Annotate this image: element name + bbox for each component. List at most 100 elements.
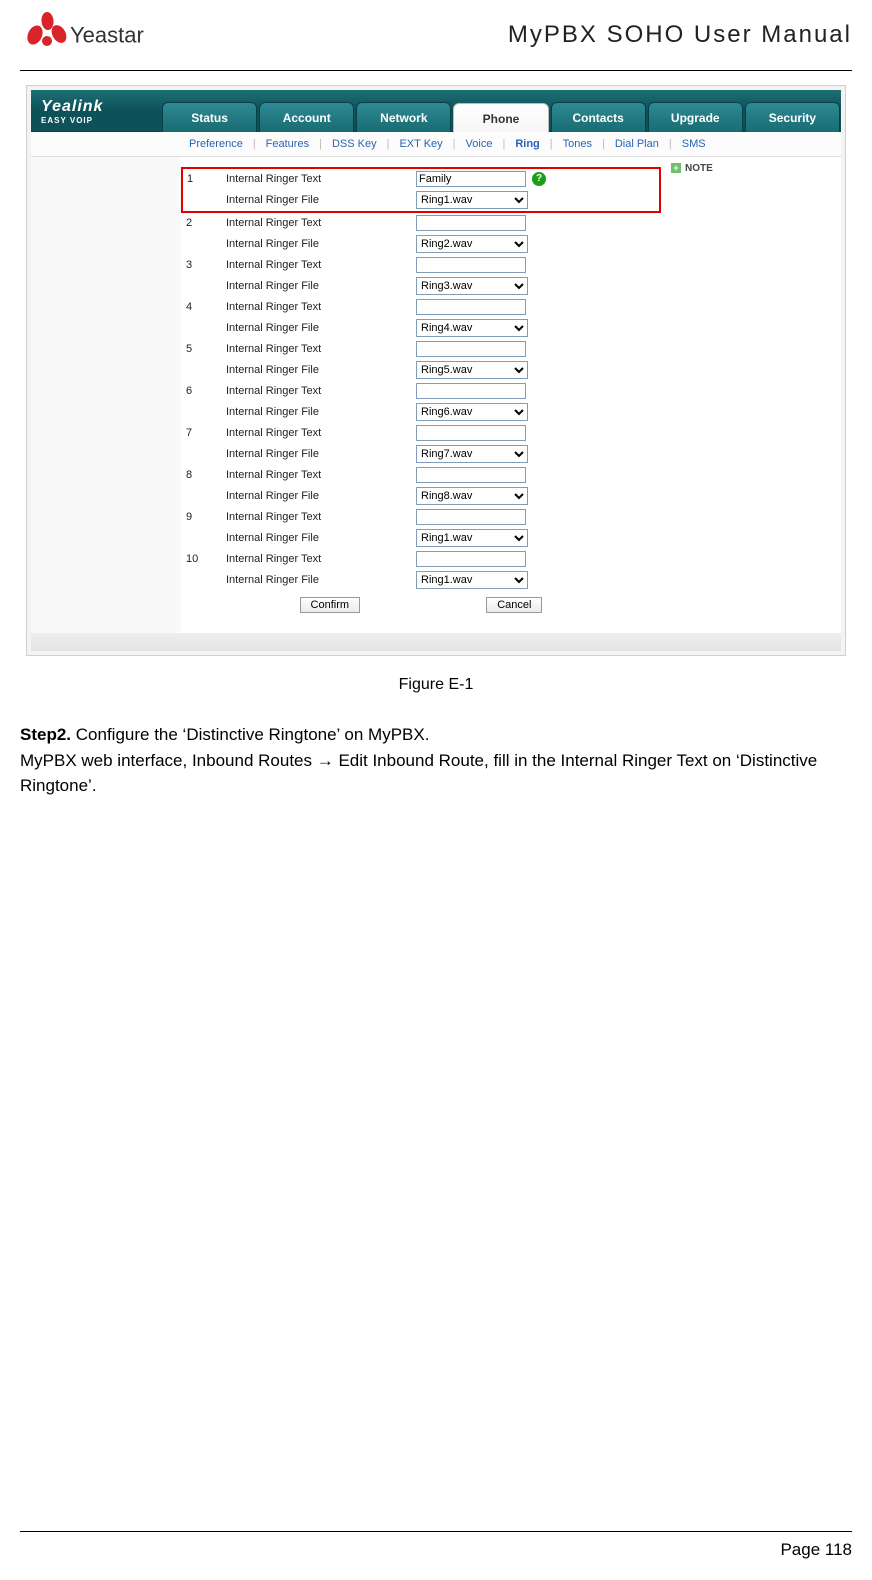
ringer-file-select-3[interactable]: Ring3.wav xyxy=(416,277,528,295)
ringer-file-select-8[interactable]: Ring8.wav xyxy=(416,487,528,505)
label-ringer-text: Internal Ringer Text xyxy=(222,297,412,317)
ringer-text-input-1[interactable] xyxy=(416,171,526,187)
subtab-sms[interactable]: SMS xyxy=(674,138,714,150)
row-number: 7 xyxy=(182,423,222,443)
tab-phone[interactable]: Phone xyxy=(453,103,548,133)
separator: | xyxy=(385,138,392,150)
subtab-voice[interactable]: Voice xyxy=(458,138,501,150)
label-ringer-text: Internal Ringer Text xyxy=(222,212,412,233)
ringer-text-input-8[interactable] xyxy=(416,467,526,483)
tab-security[interactable]: Security xyxy=(745,102,840,132)
sub-tabs: Preference|Features|DSS Key|EXT Key|Voic… xyxy=(31,132,841,157)
page-footer: Page 118 xyxy=(20,1531,852,1560)
ringer-text-input-4[interactable] xyxy=(416,299,526,315)
ringer-row-9-file: Internal Ringer FileRing1.wav xyxy=(182,527,660,549)
ringer-text-input-7[interactable] xyxy=(416,425,526,441)
subtab-preference[interactable]: Preference xyxy=(181,138,251,150)
ringer-row-1-text: 1Internal Ringer Text? xyxy=(182,168,660,189)
label-ringer-text: Internal Ringer Text xyxy=(222,549,412,569)
ringer-file-select-6[interactable]: Ring6.wav xyxy=(416,403,528,421)
ringer-file-select-5[interactable]: Ring5.wav xyxy=(416,361,528,379)
ringer-row-7-text: 7Internal Ringer Text xyxy=(182,423,660,443)
ringer-row-8-file: Internal Ringer FileRing8.wav xyxy=(182,485,660,507)
plus-icon: + xyxy=(671,163,681,173)
row-number: 2 xyxy=(182,212,222,233)
separator: | xyxy=(548,138,555,150)
ringer-row-9-text: 9Internal Ringer Text xyxy=(182,507,660,527)
label-ringer-text: Internal Ringer Text xyxy=(222,381,412,401)
ringer-row-4-file: Internal Ringer FileRing4.wav xyxy=(182,317,660,339)
label-ringer-file: Internal Ringer File xyxy=(222,485,412,507)
label-ringer-file: Internal Ringer File xyxy=(222,275,412,297)
app-brand-main: Yealink xyxy=(41,98,103,116)
tab-network[interactable]: Network xyxy=(356,102,451,132)
separator: | xyxy=(451,138,458,150)
subtab-tones[interactable]: Tones xyxy=(555,138,600,150)
ringer-file-select-4[interactable]: Ring4.wav xyxy=(416,319,528,337)
label-ringer-file: Internal Ringer File xyxy=(222,189,412,212)
row-number: 10 xyxy=(182,549,222,569)
cancel-button[interactable]: Cancel xyxy=(486,597,542,613)
note-label: NOTE xyxy=(685,163,713,174)
main-tabs: StatusAccountNetworkPhoneContactsUpgrade… xyxy=(161,90,841,132)
subtab-dial-plan[interactable]: Dial Plan xyxy=(607,138,667,150)
row-number: 6 xyxy=(182,381,222,401)
ringer-row-8-text: 8Internal Ringer Text xyxy=(182,465,660,485)
ringer-row-5-file: Internal Ringer FileRing5.wav xyxy=(182,359,660,381)
ringer-file-select-10[interactable]: Ring1.wav xyxy=(416,571,528,589)
ringer-text-input-2[interactable] xyxy=(416,215,526,231)
subtab-features[interactable]: Features xyxy=(258,138,317,150)
ringer-row-2-file: Internal Ringer FileRing2.wav xyxy=(182,233,660,255)
ringer-row-2-text: 2Internal Ringer Text xyxy=(182,212,660,233)
ringer-row-1-file: Internal Ringer FileRing1.wav xyxy=(182,189,660,212)
tab-account[interactable]: Account xyxy=(259,102,354,132)
figure-caption: Figure E-1 xyxy=(20,656,852,722)
screenshot-figure: Yealink EASY VOIP StatusAccountNetworkPh… xyxy=(26,85,846,656)
subtab-ring[interactable]: Ring xyxy=(507,138,547,150)
label-ringer-text: Internal Ringer Text xyxy=(222,339,412,359)
row-number: 4 xyxy=(182,297,222,317)
ringer-file-select-1[interactable]: Ring1.wav xyxy=(416,191,528,209)
label-ringer-text: Internal Ringer Text xyxy=(222,423,412,443)
label-ringer-text: Internal Ringer Text xyxy=(222,465,412,485)
separator: | xyxy=(251,138,258,150)
ringer-file-select-9[interactable]: Ring1.wav xyxy=(416,529,528,547)
tab-upgrade[interactable]: Upgrade xyxy=(648,102,743,132)
ringer-row-7-file: Internal Ringer FileRing7.wav xyxy=(182,443,660,465)
tab-contacts[interactable]: Contacts xyxy=(551,102,646,132)
page-header: Yeastar MyPBX SOHO User Manual xyxy=(20,10,852,66)
tab-status[interactable]: Status xyxy=(162,102,257,132)
ringer-file-select-7[interactable]: Ring7.wav xyxy=(416,445,528,463)
subtab-dss-key[interactable]: DSS Key xyxy=(324,138,385,150)
separator: | xyxy=(667,138,674,150)
brand-logo: Yeastar xyxy=(20,10,150,60)
label-ringer-file: Internal Ringer File xyxy=(222,359,412,381)
row-number: 1 xyxy=(182,168,222,189)
ringer-row-6-file: Internal Ringer FileRing6.wav xyxy=(182,401,660,423)
step-label: Step2. xyxy=(20,725,71,744)
help-icon[interactable]: ? xyxy=(532,172,546,186)
app-brand-sub: EASY VOIP xyxy=(41,116,93,125)
row-number: 8 xyxy=(182,465,222,485)
ringer-row-5-text: 5Internal Ringer Text xyxy=(182,339,660,359)
row-number: 3 xyxy=(182,255,222,275)
label-ringer-file: Internal Ringer File xyxy=(222,401,412,423)
header-rule xyxy=(20,70,852,71)
subtab-ext-key[interactable]: EXT Key xyxy=(391,138,450,150)
ringer-text-input-3[interactable] xyxy=(416,257,526,273)
separator: | xyxy=(600,138,607,150)
row-number: 5 xyxy=(182,339,222,359)
ringer-text-input-9[interactable] xyxy=(416,509,526,525)
ringer-file-select-2[interactable]: Ring2.wav xyxy=(416,235,528,253)
left-gutter xyxy=(31,157,181,633)
ringer-row-4-text: 4Internal Ringer Text xyxy=(182,297,660,317)
label-ringer-file: Internal Ringer File xyxy=(222,569,412,591)
ringer-text-input-10[interactable] xyxy=(416,551,526,567)
app-topbar: Yealink EASY VOIP StatusAccountNetworkPh… xyxy=(31,90,841,132)
step-rest: Configure the ‘Distinctive Ringtone’ on … xyxy=(71,725,429,744)
ringer-text-input-5[interactable] xyxy=(416,341,526,357)
confirm-button[interactable]: Confirm xyxy=(300,597,361,613)
brand-text: Yeastar xyxy=(70,23,144,48)
ringer-text-input-6[interactable] xyxy=(416,383,526,399)
ringer-row-6-text: 6Internal Ringer Text xyxy=(182,381,660,401)
